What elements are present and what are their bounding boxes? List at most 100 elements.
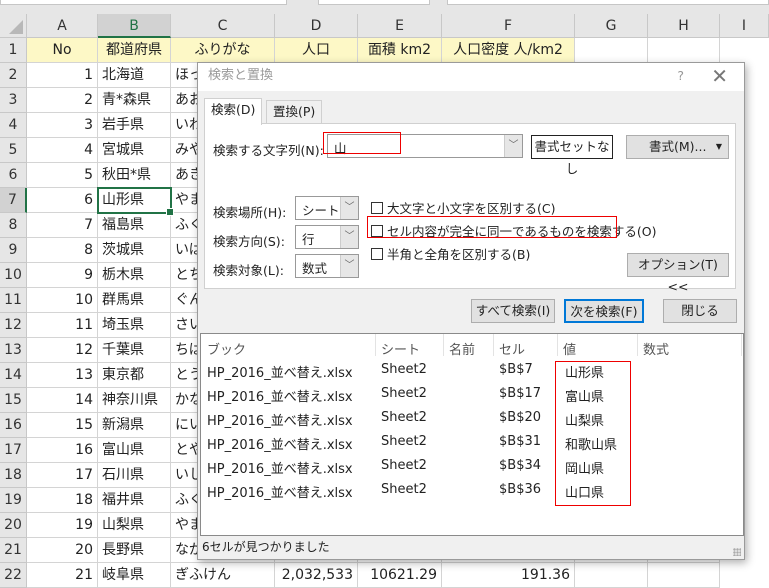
row-header-13[interactable]: 13 bbox=[0, 338, 27, 363]
result-cell[interactable]: $B$7 bbox=[499, 362, 533, 377]
chevron-down-icon[interactable]: ﹀ bbox=[504, 135, 522, 157]
column-header-e[interactable]: E bbox=[358, 14, 442, 38]
result-cell[interactable]: HP_2016_並べ替え.xlsx bbox=[207, 434, 353, 453]
row-header-16[interactable]: 16 bbox=[0, 413, 27, 438]
close-button[interactable]: 閉じる bbox=[663, 299, 737, 323]
grid-cell[interactable]: 191.36 bbox=[442, 563, 575, 588]
result-cell[interactable]: HP_2016_並べ替え.xlsx bbox=[207, 482, 353, 501]
within-select[interactable]: シート ﹀ bbox=[295, 196, 359, 220]
grid-cell[interactable] bbox=[648, 563, 720, 588]
tab-replace[interactable]: 置換(P) bbox=[266, 100, 323, 124]
formula-input[interactable] bbox=[447, 0, 769, 5]
row-header-11[interactable]: 11 bbox=[0, 288, 27, 313]
grid-cell[interactable]: 12 bbox=[27, 338, 98, 363]
result-cell[interactable]: Sheet2 bbox=[381, 434, 427, 449]
result-cell[interactable]: HP_2016_並べ替え.xlsx bbox=[207, 362, 353, 381]
grid-cell[interactable]: 10 bbox=[27, 288, 98, 313]
grid-cell[interactable]: 秋田*県 bbox=[98, 163, 171, 188]
row-header-21[interactable]: 21 bbox=[0, 538, 27, 563]
result-cell[interactable]: HP_2016_並べ替え.xlsx bbox=[207, 458, 353, 477]
help-icon[interactable]: ? bbox=[677, 68, 684, 83]
column-header-a[interactable]: A bbox=[27, 14, 98, 38]
row-header-19[interactable]: 19 bbox=[0, 488, 27, 513]
row-header-7[interactable]: 7 bbox=[0, 188, 27, 213]
result-cell[interactable]: Sheet2 bbox=[381, 386, 427, 401]
grid-cell[interactable]: 6 bbox=[27, 188, 98, 213]
grid-cell[interactable]: 岩手県 bbox=[98, 113, 171, 138]
grid-cell[interactable]: 13 bbox=[27, 363, 98, 388]
row-header-22[interactable]: 22 bbox=[0, 563, 27, 588]
header-cell[interactable]: 都道府県 bbox=[98, 38, 171, 63]
row-header-12[interactable]: 12 bbox=[0, 313, 27, 338]
column-divider[interactable] bbox=[493, 334, 494, 356]
grid-cell[interactable]: 15 bbox=[27, 413, 98, 438]
row-header-2[interactable]: 2 bbox=[0, 63, 27, 88]
header-cell[interactable] bbox=[575, 38, 648, 63]
row-header-15[interactable]: 15 bbox=[0, 388, 27, 413]
grid-cell[interactable]: 石川県 bbox=[98, 463, 171, 488]
column-divider[interactable] bbox=[637, 334, 638, 356]
grid-cell[interactable]: 栃木県 bbox=[98, 263, 171, 288]
column-divider[interactable] bbox=[741, 334, 742, 356]
header-cell[interactable] bbox=[648, 38, 720, 63]
row-header-5[interactable]: 5 bbox=[0, 138, 27, 163]
options-button[interactable]: オプション(T) << bbox=[627, 253, 729, 294]
column-header-g[interactable]: G bbox=[575, 14, 648, 38]
header-cell[interactable]: 人口密度 人/km2 bbox=[442, 38, 575, 63]
result-cell[interactable]: $B$36 bbox=[499, 482, 541, 497]
grid-cell[interactable]: 福島県 bbox=[98, 213, 171, 238]
grid-cell[interactable]: 4 bbox=[27, 138, 98, 163]
column-divider[interactable] bbox=[557, 334, 558, 356]
list-column-header[interactable]: 値 bbox=[563, 339, 576, 358]
list-column-header[interactable]: ブック bbox=[207, 339, 246, 358]
column-header-i[interactable]: I bbox=[720, 14, 769, 38]
row-header-10[interactable]: 10 bbox=[0, 263, 27, 288]
results-list[interactable]: ブック シート 名前 セル 値 数式 HP_2016_並べ替え.xlsx Sheet2 $B$7… bbox=[200, 333, 744, 536]
grid-cell[interactable]: 11 bbox=[27, 313, 98, 338]
grid-cell[interactable]: 9 bbox=[27, 263, 98, 288]
column-header-c[interactable]: C bbox=[171, 14, 275, 38]
grid-cell[interactable]: 富山県 bbox=[98, 438, 171, 463]
column-header-f[interactable]: F bbox=[442, 14, 575, 38]
header-cell[interactable]: 人口 bbox=[275, 38, 358, 63]
header-cell[interactable]: 面積 km2 bbox=[358, 38, 442, 63]
find-all-button[interactable]: すべて検索(I) bbox=[471, 299, 555, 323]
name-box[interactable] bbox=[0, 0, 287, 5]
row-header-18[interactable]: 18 bbox=[0, 463, 27, 488]
grid-cell[interactable]: 14 bbox=[27, 388, 98, 413]
result-cell[interactable]: Sheet2 bbox=[381, 410, 427, 425]
row-header-4[interactable]: 4 bbox=[0, 113, 27, 138]
result-cell[interactable]: HP_2016_並べ替え.xlsx bbox=[207, 410, 353, 429]
grid-cell[interactable]: 茨城県 bbox=[98, 238, 171, 263]
row-header-6[interactable]: 6 bbox=[0, 163, 27, 188]
grid-cell[interactable]: 17 bbox=[27, 463, 98, 488]
grid-cell[interactable]: 16 bbox=[27, 438, 98, 463]
grid-cell[interactable]: 10621.29 bbox=[358, 563, 442, 588]
grid-cell[interactable]: 福井県 bbox=[98, 488, 171, 513]
select-all-button[interactable] bbox=[0, 14, 27, 38]
list-column-header[interactable]: 名前 bbox=[449, 339, 475, 358]
grid-cell[interactable]: 神奈川県 bbox=[98, 388, 171, 413]
row-header-20[interactable]: 20 bbox=[0, 513, 27, 538]
format-button[interactable]: 書式(M)... ▼ bbox=[626, 135, 729, 159]
row-header-3[interactable]: 3 bbox=[0, 88, 27, 113]
grid-cell[interactable]: 新潟県 bbox=[98, 413, 171, 438]
formula-button-area[interactable] bbox=[318, 0, 430, 5]
column-divider[interactable] bbox=[443, 334, 444, 356]
row-header-1[interactable]: 1 bbox=[0, 38, 27, 63]
grid-cell[interactable]: 19 bbox=[27, 513, 98, 538]
result-cell[interactable]: $B$17 bbox=[499, 386, 541, 401]
grid-cell[interactable]: 2,032,533 bbox=[275, 563, 358, 588]
list-column-header[interactable]: シート bbox=[381, 339, 420, 358]
header-cell[interactable]: No bbox=[27, 38, 98, 63]
resize-grip-icon[interactable] bbox=[733, 548, 741, 556]
row-header-9[interactable]: 9 bbox=[0, 238, 27, 263]
result-cell[interactable]: $B$20 bbox=[499, 410, 541, 425]
grid-cell[interactable]: 岐阜県 bbox=[98, 563, 171, 588]
grid-cell[interactable]: 5 bbox=[27, 163, 98, 188]
search-direction-select[interactable]: 行 ﹀ bbox=[295, 225, 359, 249]
grid-cell[interactable]: 山梨県 bbox=[98, 513, 171, 538]
result-cell[interactable]: Sheet2 bbox=[381, 482, 427, 497]
grid-cell[interactable]: 3 bbox=[27, 113, 98, 138]
column-divider[interactable] bbox=[375, 334, 376, 356]
